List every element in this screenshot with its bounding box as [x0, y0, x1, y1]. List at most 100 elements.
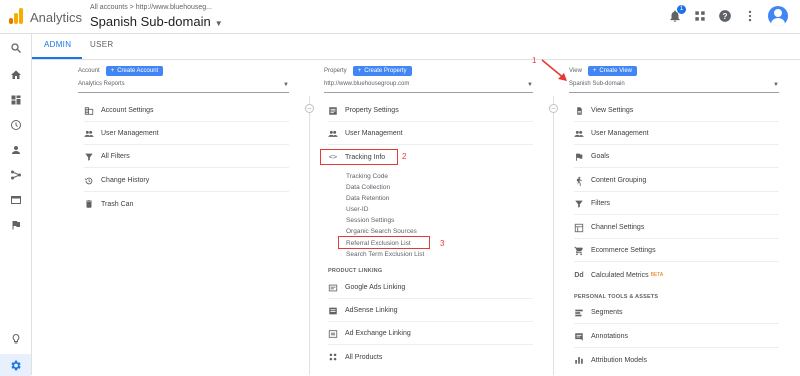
- channel-settings-item[interactable]: Channel Settings: [574, 217, 779, 239]
- dropdown-arrow-icon: ▼: [283, 82, 289, 88]
- filter-icon: [84, 152, 94, 162]
- personal-tools-header: PERSONAL TOOLS & ASSETS: [574, 294, 659, 300]
- beta-badge: BETA: [650, 272, 664, 278]
- account-selector[interactable]: Spanish Sub-domain ▼: [90, 14, 223, 29]
- caret-down-icon: ▼: [214, 19, 223, 28]
- conversions-flag-icon[interactable]: [9, 218, 23, 232]
- segments-item[interactable]: Segments: [574, 302, 779, 324]
- document-icon: [574, 106, 584, 116]
- tab-admin[interactable]: ADMIN: [44, 40, 71, 49]
- all-filters-item[interactable]: All Filters: [84, 146, 289, 168]
- data-retention-link[interactable]: Data Retention: [346, 195, 389, 202]
- adsense-linking-item[interactable]: AdSense Linking: [328, 300, 533, 322]
- help-icon[interactable]: ?: [718, 9, 732, 23]
- view-filters-item[interactable]: Filters: [574, 193, 779, 215]
- tab-user[interactable]: USER: [90, 40, 113, 49]
- history-icon: [84, 176, 94, 186]
- admin-tabs: ADMIN USER: [32, 34, 800, 60]
- account-user-management-item[interactable]: User Management: [84, 123, 289, 145]
- calculated-metrics-item[interactable]: Dd Calculated Metrics BETA: [574, 264, 779, 286]
- active-tab-indicator: [32, 57, 82, 59]
- filter-icon: [574, 199, 584, 209]
- left-nav: [0, 34, 32, 376]
- user-avatar[interactable]: [768, 6, 788, 26]
- google-ads-linking-item[interactable]: Google Ads Linking: [328, 277, 533, 299]
- content-grouping-item[interactable]: Content Grouping: [574, 170, 779, 192]
- account-breadcrumb[interactable]: All accounts > http://www.bluehouseg...: [90, 4, 212, 11]
- annotation-comment-icon: [574, 332, 584, 342]
- organic-search-sources-link[interactable]: Organic Search Sources: [346, 228, 417, 235]
- view-user-management-item[interactable]: User Management: [574, 123, 779, 145]
- view-label: View: [569, 68, 582, 74]
- property-user-management-item[interactable]: User Management: [328, 123, 533, 145]
- admin-gear-icon[interactable]: [0, 354, 31, 376]
- ecommerce-settings-item[interactable]: Ecommerce Settings: [574, 240, 779, 262]
- adsense-icon: [328, 306, 338, 316]
- view-settings-item[interactable]: View Settings: [574, 100, 779, 122]
- create-property-button[interactable]: + Create Property: [352, 66, 412, 76]
- analytics-logo-icon[interactable]: [9, 8, 23, 24]
- account-settings-item[interactable]: Account Settings: [84, 100, 289, 122]
- app-name: Analytics: [30, 10, 83, 25]
- annotation-arrow-icon: [541, 59, 567, 81]
- property-settings-item[interactable]: Property Settings: [328, 100, 533, 122]
- trash-can-item[interactable]: Trash Can: [84, 193, 289, 215]
- create-view-button[interactable]: + Create View: [587, 66, 637, 76]
- account-title: Spanish Sub-domain: [90, 14, 211, 29]
- realtime-clock-icon[interactable]: [9, 118, 23, 132]
- create-account-button[interactable]: + Create Account: [105, 66, 164, 76]
- trash-icon: [84, 199, 94, 209]
- collapse-circle-icon[interactable]: –: [305, 104, 314, 113]
- more-vert-icon[interactable]: [743, 9, 757, 23]
- home-icon[interactable]: [9, 68, 23, 82]
- notification-badge: 1: [677, 5, 686, 14]
- product-linking-header: PRODUCT LINKING: [328, 268, 383, 274]
- svg-text:?: ?: [723, 12, 728, 21]
- building-icon: [84, 106, 94, 116]
- attribution-bars-icon: [574, 355, 584, 365]
- goals-flag-icon: [574, 152, 584, 162]
- annotation-number-1: 1: [532, 56, 537, 65]
- property-selector-dropdown[interactable]: http://www.bluehousegroup.com ▼: [324, 81, 533, 93]
- session-settings-link[interactable]: Session Settings: [346, 217, 394, 224]
- column-divider: [309, 96, 310, 375]
- apps-grid-icon[interactable]: [693, 9, 707, 23]
- property-label: Property: [324, 68, 347, 74]
- ads-link-icon: [328, 283, 338, 293]
- change-history-item[interactable]: Change History: [84, 170, 289, 192]
- segments-icon: [574, 308, 584, 318]
- shopping-cart-icon: [574, 246, 584, 256]
- view-selector-dropdown[interactable]: Spanish Sub-domain ▼: [569, 81, 779, 93]
- search-term-exclusion-list-link[interactable]: Search Term Exclusion List: [346, 251, 424, 258]
- dropdown-arrow-icon: ▼: [773, 82, 779, 88]
- tracking-code-link[interactable]: Tracking Code: [346, 173, 388, 180]
- search-icon[interactable]: [9, 41, 23, 55]
- dd-metrics-icon: Dd: [574, 271, 584, 279]
- account-label: Account: [78, 68, 100, 74]
- tracking-info-highlight-box: [320, 149, 398, 165]
- column-divider: [553, 96, 554, 375]
- account-selector-dropdown[interactable]: Analytics Reports ▼: [78, 81, 289, 93]
- ad-exchange-icon: [328, 329, 338, 339]
- annotation-number-3: 3: [440, 239, 445, 248]
- all-products-item[interactable]: All Products: [328, 346, 533, 368]
- attribution-models-item[interactable]: Attribution Models: [574, 349, 779, 371]
- people-icon: [574, 129, 584, 139]
- behavior-icon[interactable]: [9, 193, 23, 207]
- user-id-link[interactable]: User-ID: [346, 206, 368, 213]
- collapse-circle-icon[interactable]: –: [549, 104, 558, 113]
- notifications-bell-icon[interactable]: 1: [668, 5, 686, 23]
- top-bar: Analytics All accounts > http://www.blue…: [0, 0, 800, 34]
- property-settings-icon: [328, 106, 338, 116]
- customization-icon[interactable]: [9, 93, 23, 107]
- dropdown-arrow-icon: ▼: [527, 82, 533, 88]
- annotations-item[interactable]: Annotations: [574, 326, 779, 348]
- ad-exchange-linking-item[interactable]: Ad Exchange Linking: [328, 323, 533, 345]
- discover-lightbulb-icon[interactable]: [9, 332, 23, 346]
- referral-exclusion-highlight-box: [338, 236, 430, 249]
- data-collection-link[interactable]: Data Collection: [346, 184, 390, 191]
- view-selected-value: Spanish Sub-domain: [569, 81, 625, 87]
- audience-person-icon[interactable]: [9, 143, 23, 157]
- acquisition-icon[interactable]: [9, 168, 23, 182]
- goals-item[interactable]: Goals: [574, 146, 779, 168]
